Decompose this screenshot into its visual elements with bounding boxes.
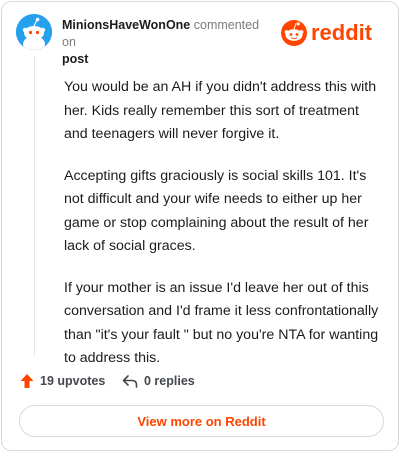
post-link[interactable]: post (62, 52, 88, 66)
reply-count: 0 replies (144, 374, 195, 388)
comment-paragraph: You would be an AH if you didn't address… (64, 79, 377, 142)
username-link[interactable]: MinionsHaveWonOne (62, 18, 190, 32)
reply-button[interactable]: 0 replies (122, 370, 195, 392)
comment-paragraph: If your mother is an issue I'd leave her… (64, 279, 379, 367)
comment-header: MinionsHaveWonOne commented on post redd… (16, 14, 388, 66)
embedded-comment-card: MinionsHaveWonOne commented on post redd… (1, 1, 399, 451)
comment-paragraph: Accepting gifts graciously is social ski… (64, 167, 369, 255)
user-avatar[interactable] (16, 14, 52, 50)
thread-line (34, 56, 35, 356)
comment-meta: MinionsHaveWonOne commented on post (62, 17, 272, 68)
upvote-count: 19 upvotes (40, 374, 106, 388)
upvote-button[interactable]: 19 upvotes (20, 370, 105, 392)
view-more-button[interactable]: View more on Reddit (19, 405, 384, 437)
upvote-arrow-icon (20, 374, 34, 388)
reddit-logo-icon[interactable]: reddit (280, 18, 388, 48)
brand-wordmark: reddit (311, 20, 373, 45)
comment-actions: 19 upvotes 0 replies (20, 370, 380, 392)
reply-icon (122, 375, 138, 388)
snoo-avatar-icon (16, 14, 52, 50)
comment-body: You would be an AH if you didn't address… (64, 76, 382, 389)
